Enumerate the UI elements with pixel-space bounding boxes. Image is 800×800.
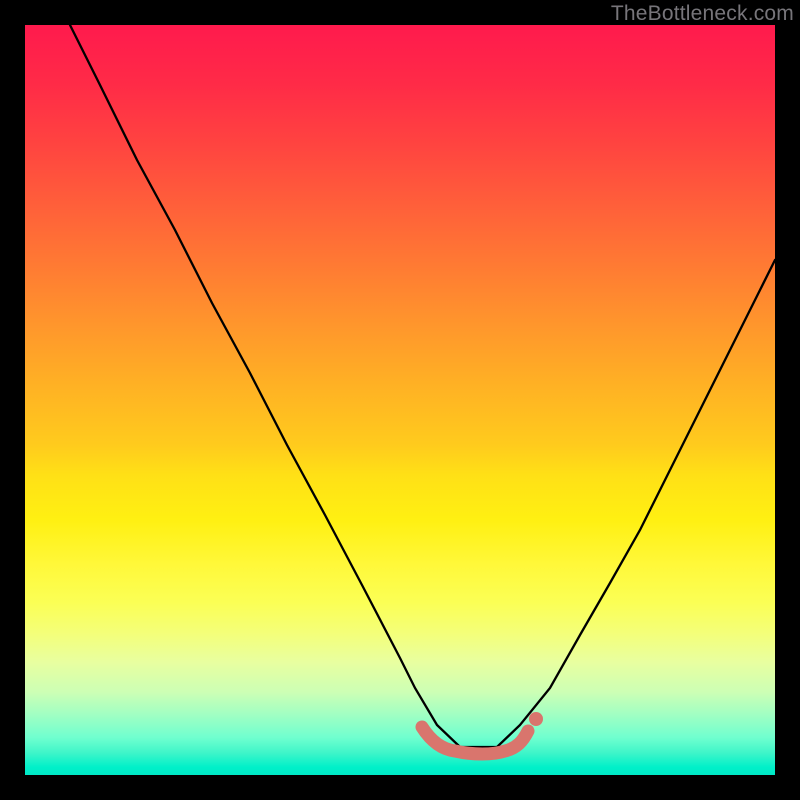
bottleneck-curve-main (70, 25, 775, 747)
chart-frame: TheBottleneck.com (0, 0, 800, 800)
plot-area (25, 25, 775, 775)
curve-svg (25, 25, 775, 775)
watermark-text: TheBottleneck.com (611, 2, 794, 26)
marker-end-dot (529, 712, 543, 726)
